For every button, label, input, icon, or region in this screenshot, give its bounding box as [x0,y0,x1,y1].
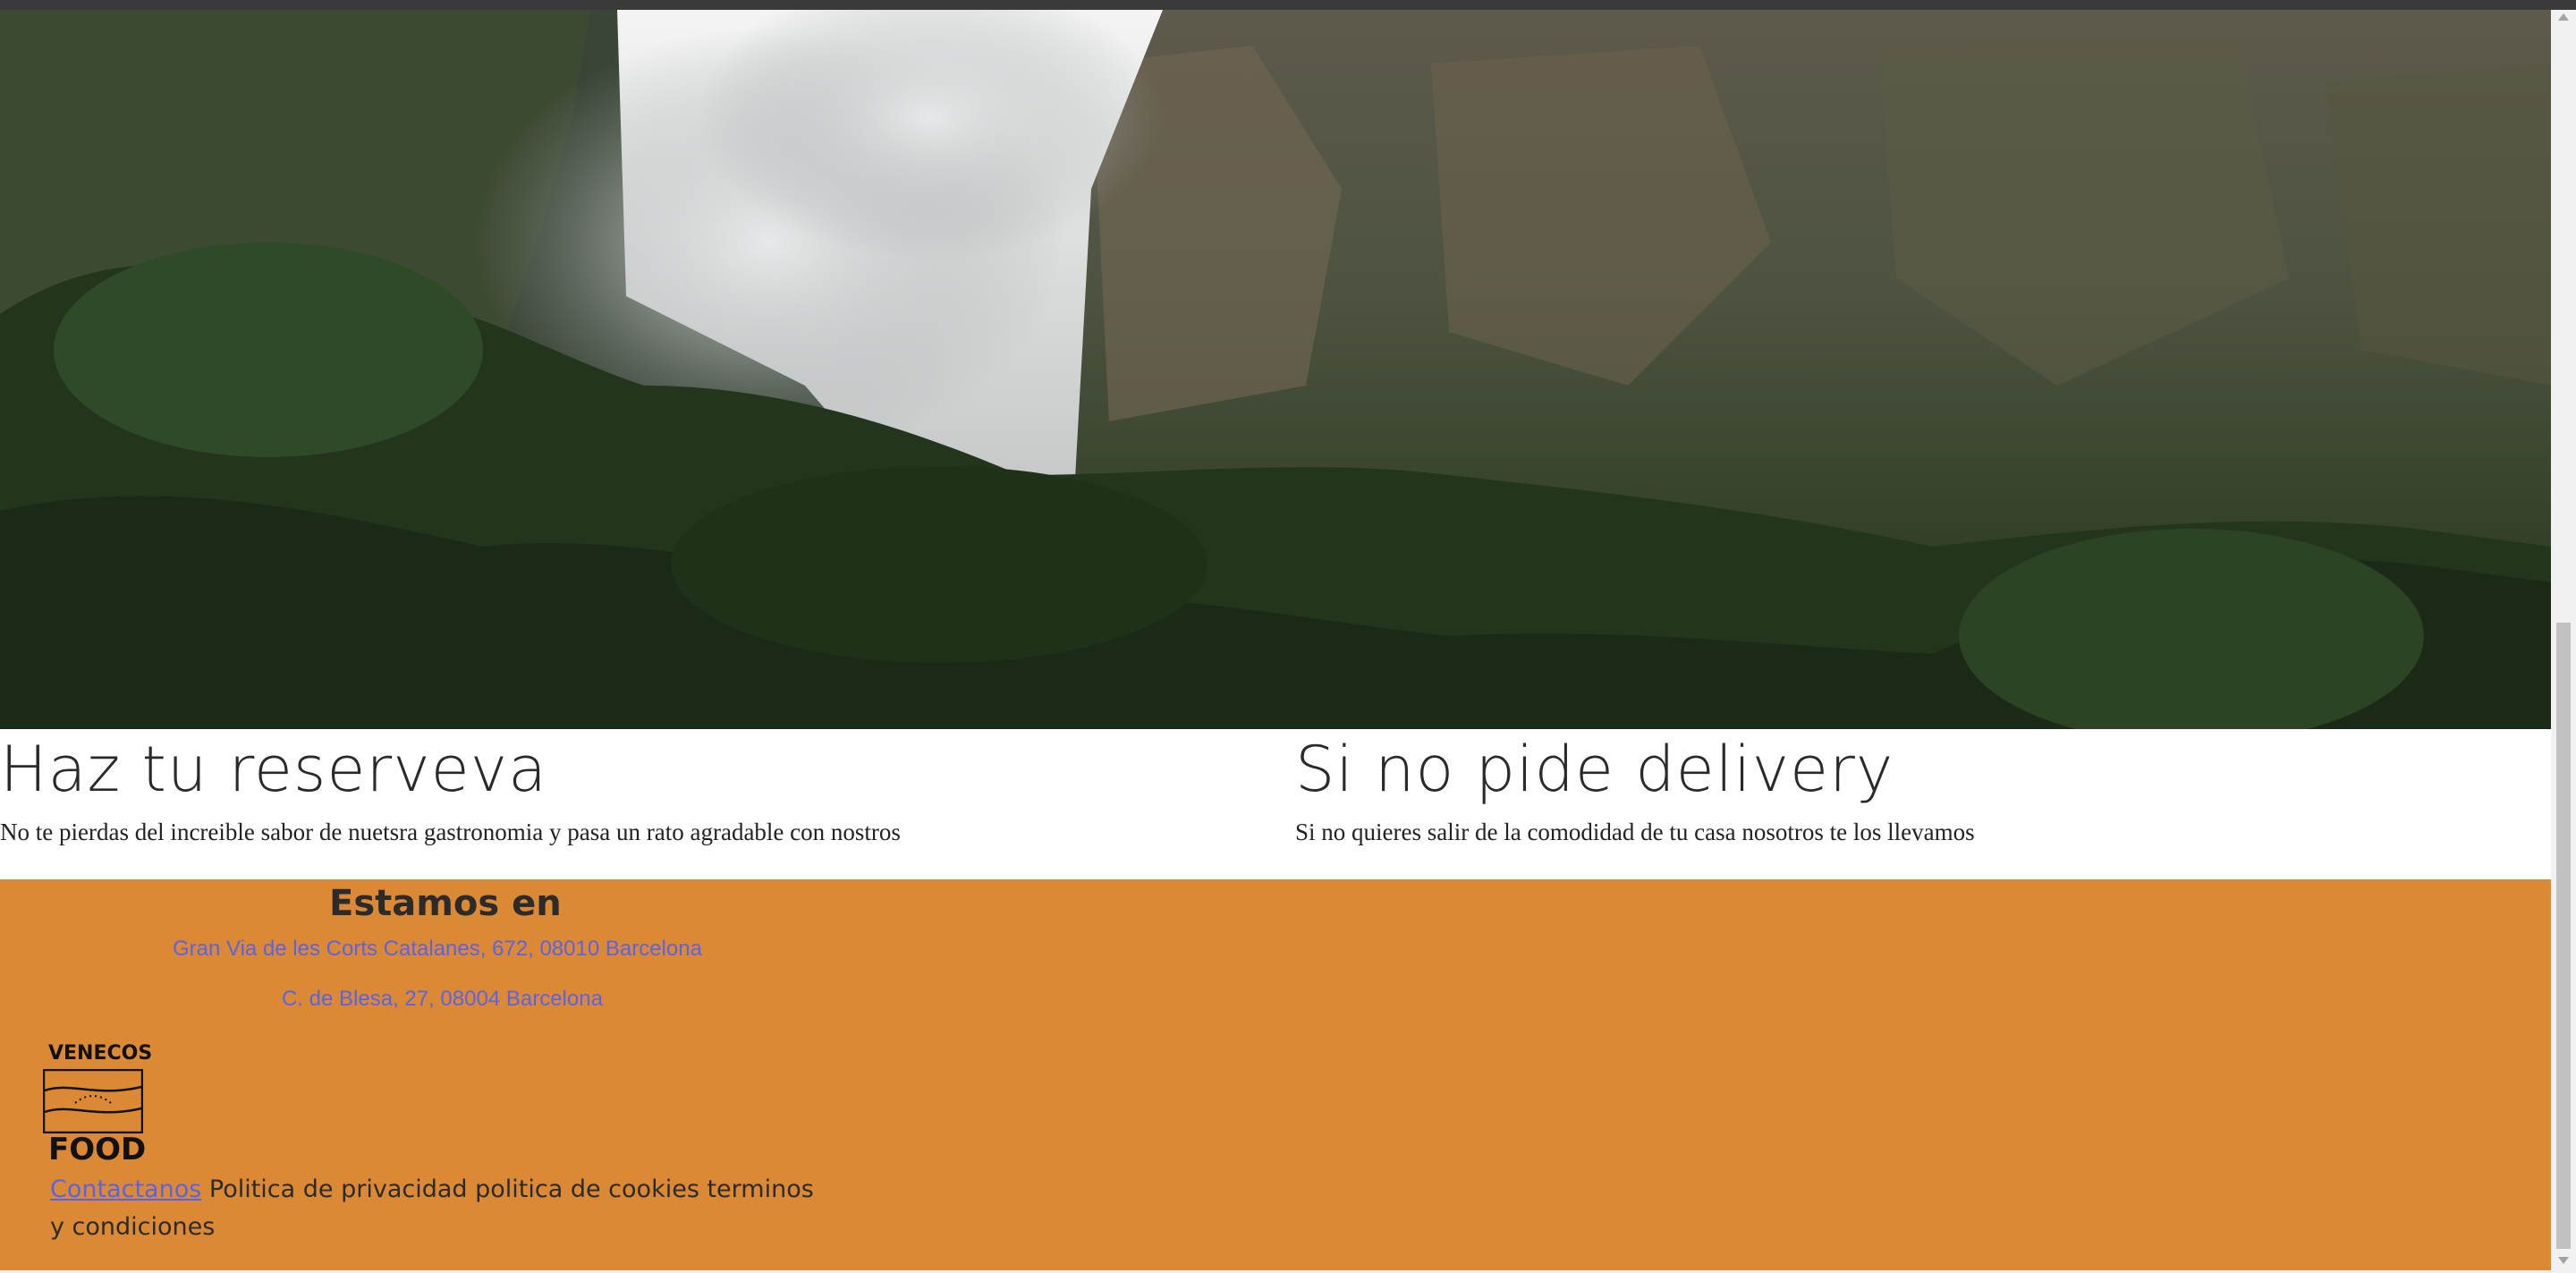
address-link-blesa[interactable]: C. de Blesa, 27, 08004 Barcelona [282,987,603,1012]
info-columns: Haz tu reserveva No te pierdas del incre… [0,729,2551,879]
venecos-food-logo: VENECOS FOOD [43,1042,153,1167]
scroll-down-icon[interactable] [2558,1257,2569,1264]
vertical-scrollbar[interactable] [2551,10,2576,1273]
reserva-text: No te pierdas del increible sabor de nue… [0,819,901,845]
scrollbar-thumb[interactable] [2556,623,2571,1249]
footer-links: Contactanos Politica de privacidad polit… [50,1171,819,1246]
reserva-title: Haz tu reserveva [0,733,548,806]
delivery-text: Si no quieres salir de la comodidad de t… [1295,819,1975,845]
browser-top-edge [0,0,2576,10]
estamos-title: Estamos en [329,883,562,924]
footer: Estamos en Gran Via de les Corts Catalan… [0,879,2551,1270]
waterfall-landscape-image [0,10,2551,729]
address-link-gran-via[interactable]: Gran Via de les Corts Catalanes, 672, 08… [173,937,702,962]
flag-icon [43,1069,143,1133]
contactanos-link[interactable]: Contactanos [50,1175,201,1203]
hero-image [0,10,2551,729]
scroll-up-icon[interactable] [2558,13,2569,21]
logo-bottom-text: FOOD [48,1132,147,1167]
delivery-title: Si no pide delivery [1295,733,1894,806]
logo-top-text: VENECOS [48,1042,153,1065]
